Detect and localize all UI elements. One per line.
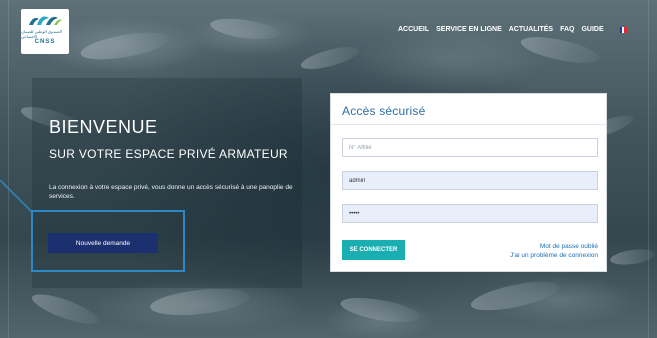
login-divider	[331, 124, 606, 125]
password-input[interactable]	[342, 204, 598, 223]
cnss-logo[interactable]: الصندوق الوطني للضمان الاجتماعي CNSS	[21, 9, 69, 54]
logo-acronym: CNSS	[34, 39, 56, 45]
new-request-button[interactable]: Nouvelle demande	[48, 233, 158, 253]
nav-item-guide[interactable]: GUIDE	[581, 26, 603, 33]
login-button[interactable]: SE CONNECTER	[342, 240, 405, 260]
nav-item-actualites[interactable]: ACTUALITÉS	[509, 26, 553, 33]
username-input[interactable]	[342, 171, 598, 190]
login-panel: Accès sécurisé SE CONNECTER Mot de passe…	[330, 93, 607, 272]
main-nav: ACCUEIL SERVICE EN LIGNE ACTUALITÉS FAQ …	[398, 26, 627, 33]
french-flag-icon[interactable]	[619, 26, 627, 33]
cnss-logo-mark-icon	[29, 16, 62, 25]
welcome-subtitle: SUR VOTRE ESPACE PRIVÉ ARMATEUR	[49, 147, 288, 161]
nav-item-faq[interactable]: FAQ	[560, 26, 574, 33]
nav-item-service-en-ligne[interactable]: SERVICE EN LIGNE	[436, 26, 502, 33]
forgot-password-link[interactable]: Mot de passe oublié	[510, 242, 598, 251]
login-help-links: Mot de passe oublié J'ai un problème de …	[510, 242, 598, 260]
connection-problem-link[interactable]: J'ai un problème de connexion	[510, 251, 598, 260]
logo-arabic-text: الصندوق الوطني للضمان الاجتماعي	[21, 29, 62, 39]
affiliate-number-input[interactable]	[342, 138, 598, 157]
welcome-intro-text: La connexion à votre espace privé, vous …	[49, 184, 293, 200]
login-title: Accès sécurisé	[342, 104, 426, 118]
welcome-title: BIENVENUE	[49, 117, 158, 137]
nav-item-accueil[interactable]: ACCUEIL	[398, 26, 429, 33]
